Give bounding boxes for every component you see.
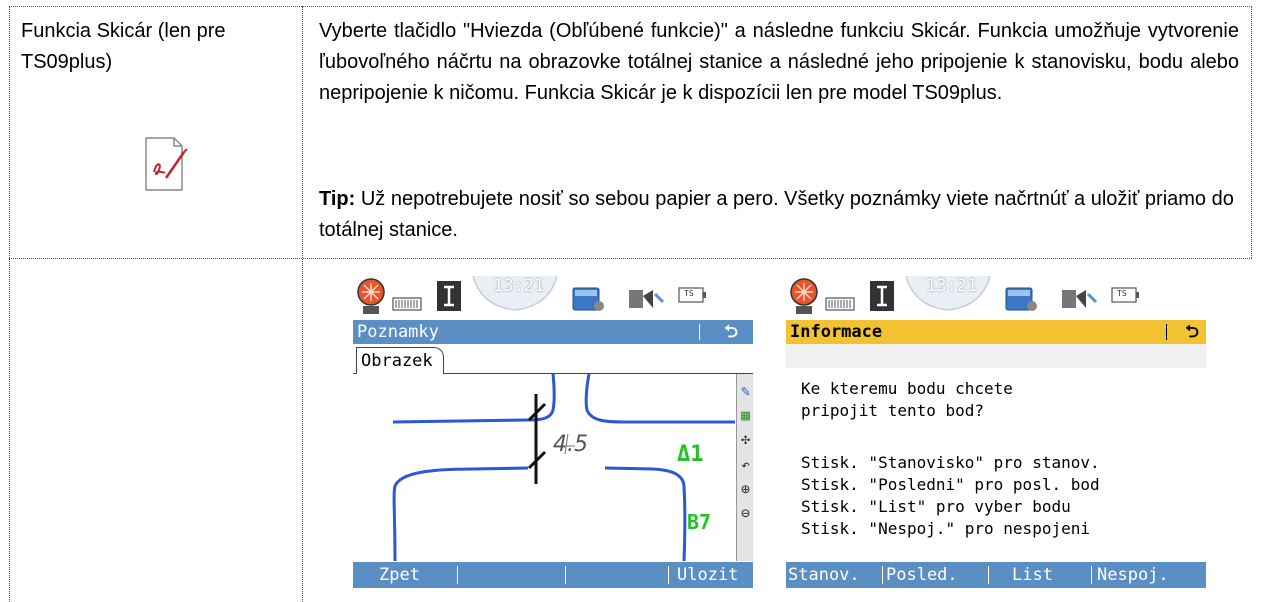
instrument-icon	[629, 290, 665, 308]
input-mode-icon	[437, 281, 461, 311]
tab-row: Obrazek	[353, 344, 753, 375]
softkey-separator	[988, 566, 989, 584]
sketch-document-icon	[132, 132, 196, 196]
tab-obrazek[interactable]: Obrazek	[356, 347, 444, 375]
point-label-2: B7	[687, 510, 712, 534]
sketch-canvas[interactable]: 4.5 Δ1 B7	[353, 373, 736, 563]
zoom-out-icon[interactable]: ⊖	[737, 502, 754, 524]
info-line: Stisk. "List" pro vyber bodu	[801, 497, 1071, 516]
sketch-toolbar: ✎ ▦ ✣ ↶ ⊕ ⊖	[736, 374, 753, 561]
title-separator	[699, 324, 700, 340]
info-screen: 13:21 TS Informace ⮌ Ke kteremu bodu chc…	[786, 272, 1206, 588]
table-border-top	[9, 6, 1252, 7]
compensator-icon	[392, 297, 422, 311]
zoom-in-icon[interactable]: ⊕	[737, 478, 754, 500]
softkey-stanov[interactable]: Stanov.	[788, 562, 860, 588]
back-icon[interactable]: ⮌	[721, 320, 741, 344]
title-bar: Informace ⮌	[786, 320, 1206, 344]
softkey-separator	[882, 566, 883, 584]
clock: 13:21	[493, 276, 545, 296]
table-column-divider	[302, 6, 303, 602]
info-line: Ke kteremu bodu chcete	[801, 379, 1013, 398]
info-header-strip	[786, 344, 1206, 368]
clock: 13:21	[926, 276, 978, 296]
pen-icon[interactable]: ✎	[737, 380, 754, 402]
info-message: Ke kteremu bodu chcete pripojit tento bo…	[786, 344, 1206, 562]
tip-text: Už nepotrebujete nosiť so sebou papier a…	[319, 188, 1234, 241]
tip-paragraph: Tip: Už nepotrebujete nosiť so sebou pap…	[319, 184, 1239, 246]
softkey-nespoj[interactable]: Nespoj.	[1097, 562, 1169, 588]
sketch-strokes	[392, 373, 735, 563]
softkey-bar: Zpet Ulozit	[353, 562, 753, 588]
bluetooth-icon	[572, 287, 604, 311]
softkey-list[interactable]: List	[1012, 562, 1053, 588]
info-line: Stisk. "Nespoj." pro nespojeni	[801, 519, 1090, 538]
tip-label: Tip:	[319, 188, 356, 210]
draw-mode-icon[interactable]: ▦	[737, 404, 754, 426]
undo-icon[interactable]: ↶	[737, 454, 754, 476]
prism-icon	[357, 278, 385, 314]
bluetooth-icon	[1005, 287, 1037, 311]
battery-label: TS	[684, 289, 694, 298]
sketch-screen: 13:21 TS Poznamky ⮌ Obrazek 4.5 Δ1 B7 ✎ …	[353, 272, 753, 588]
softkey-separator	[457, 566, 458, 584]
table-border-right	[1251, 6, 1252, 258]
table-border-left	[9, 6, 10, 602]
info-line: Stisk. "Posledni" pro posl. bod	[801, 475, 1100, 494]
sketch-dimension	[527, 394, 547, 484]
instrument-icon	[1062, 290, 1098, 308]
title-bar: Poznamky ⮌	[353, 320, 753, 344]
status-bar: 13:21 TS	[353, 272, 753, 320]
softkey-ulozit[interactable]: Ulozit	[677, 562, 738, 588]
feature-description: Vyberte tlačidlo "Hviezda (Obľúbené funk…	[319, 20, 1239, 104]
softkey-separator	[668, 566, 669, 584]
info-line: Stisk. "Stanovisko" pro stanov.	[801, 453, 1100, 472]
title-separator	[1166, 324, 1167, 340]
compensator-icon	[825, 297, 855, 311]
softkey-separator	[1091, 566, 1092, 584]
softkey-bar: Stanov. Posled. List Nespoj.	[786, 562, 1206, 588]
info-line: pripojit tento bod?	[801, 401, 985, 420]
prism-icon	[790, 278, 818, 314]
table-row-divider	[9, 258, 1252, 259]
input-mode-icon	[870, 281, 894, 311]
status-bar: 13:21 TS	[786, 272, 1206, 320]
sketch-number: 4.5	[553, 432, 588, 457]
dimension-icon[interactable]: ✣	[737, 428, 754, 450]
screen-title: Informace	[790, 322, 883, 342]
softkey-separator	[565, 566, 566, 584]
point-label-1: Δ1	[677, 442, 704, 467]
feature-title: Funkcia Skicár (len pre TS09plus)	[21, 20, 226, 73]
softkey-zpet[interactable]: Zpet	[379, 562, 420, 588]
battery-label: TS	[1117, 289, 1127, 298]
screen-title: Poznamky	[357, 322, 439, 342]
back-icon[interactable]: ⮌	[1182, 320, 1202, 344]
softkey-posled[interactable]: Posled.	[886, 562, 958, 588]
